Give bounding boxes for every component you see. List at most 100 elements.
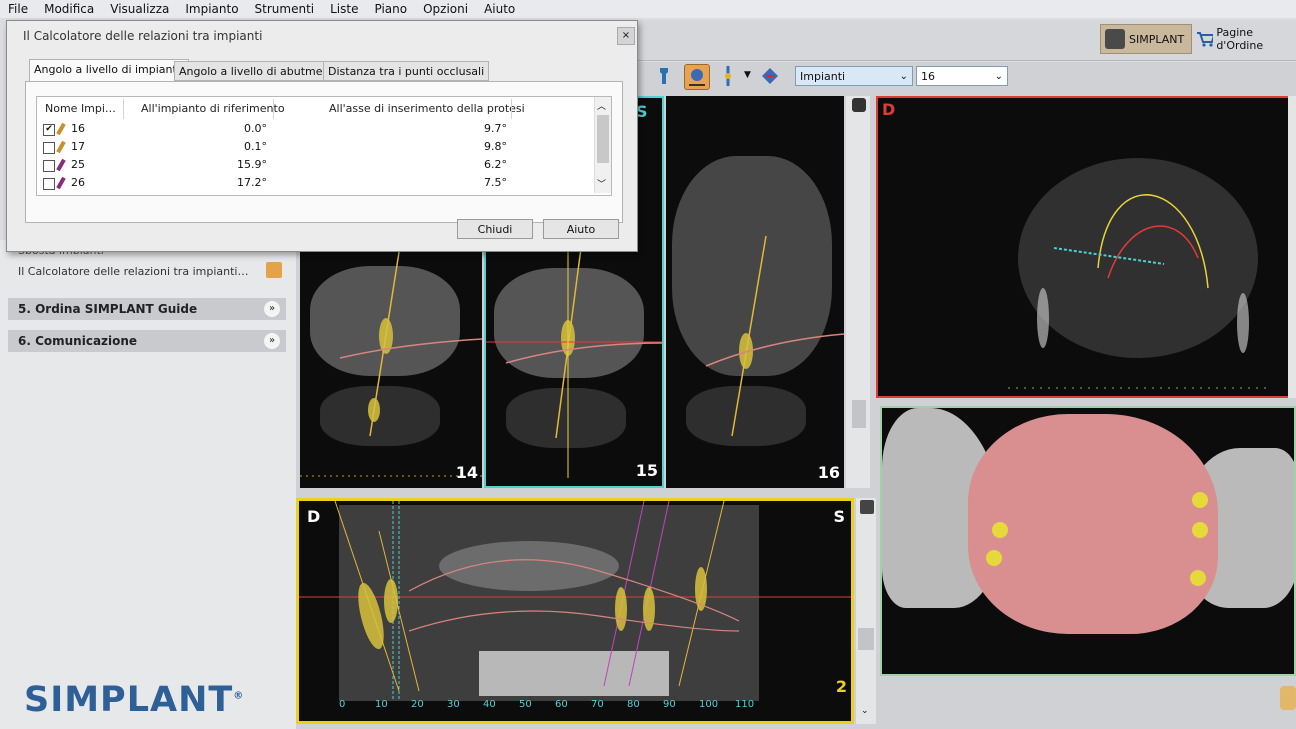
ruler-tick-label: 10 [375, 699, 388, 710]
col-header-prosthesis[interactable]: All'asse di inserimento della protesi [329, 99, 525, 119]
slice-view-16[interactable]: 16 [666, 96, 844, 488]
implants-select-value: Impianti [800, 70, 846, 83]
menu-impianto[interactable]: Impianto [177, 0, 246, 18]
implant-pen-icon [56, 158, 66, 172]
menu-modifica[interactable]: Modifica [36, 0, 102, 18]
dialog-close-button[interactable]: × [617, 27, 635, 45]
dropdown-arrow-icon[interactable]: ▼ [744, 70, 751, 80]
table-row[interactable]: 17 0.1° 9.8° [37, 139, 605, 156]
section-order-guide-label: 5. Ordina SIMPLANT Guide [18, 302, 198, 316]
chevron-down-icon: ⌄ [994, 71, 1003, 82]
table-scrollbar[interactable]: ︿ ﹀ [594, 97, 611, 193]
section-communication[interactable]: 6. Comunicazione » [8, 330, 286, 352]
expand-icon[interactable]: » [264, 301, 280, 317]
3d-view[interactable] [880, 406, 1296, 676]
close-button[interactable]: Chiudi [457, 219, 533, 239]
axial-side-label: D [882, 100, 896, 119]
ruler-tick-label: 110 [735, 699, 755, 710]
row-checkbox[interactable] [43, 160, 55, 172]
slice-number-15: 15 [635, 461, 658, 480]
calculator-tool-icon[interactable] [684, 64, 710, 90]
tab-occlusal-distance[interactable]: Distanza tra i punti occlusali [323, 61, 490, 81]
calculator-item[interactable]: Il Calcolatore delle relazioni tra impia… [18, 265, 248, 278]
menu-piano[interactable]: Piano [366, 0, 415, 18]
brand-registered: ® [233, 690, 245, 702]
pano-settings-icon[interactable] [860, 500, 874, 514]
panoramic-view[interactable]: D S 2 0 10 20 30 40 50 60 70 80 90 100 110 [296, 498, 854, 724]
axial-view[interactable]: D [876, 96, 1296, 398]
menu-liste[interactable]: Liste [322, 0, 366, 18]
implant-number-select[interactable]: 16 ⌄ [916, 66, 1008, 86]
rotate-tool-icon[interactable] [758, 64, 782, 88]
pano-scrollbar[interactable]: ⌄ [856, 498, 876, 724]
ruler-tick-label: 80 [627, 699, 640, 710]
axis-tool-icon[interactable] [716, 64, 740, 88]
scroll-up-icon[interactable]: ︿ [597, 99, 606, 112]
menu-visualizza[interactable]: Visualizza [102, 0, 177, 18]
table-row[interactable]: ✔ 16 0.0° 9.7° [37, 121, 605, 138]
slice-view-settings-icon[interactable] [852, 98, 866, 112]
menu-strumenti[interactable]: Strumenti [247, 0, 323, 18]
ordini-tab[interactable]: Pagine d'Ordine [1195, 24, 1296, 54]
ruler-tick-label: 90 [663, 699, 676, 710]
brand-text: SIMPLANT [24, 680, 234, 720]
slice-number-14: 14 [455, 463, 478, 482]
calculator-item-icon [266, 262, 282, 278]
ruler-tick-label: 40 [483, 699, 496, 710]
implant-pen-icon [56, 176, 66, 190]
table-row[interactable]: 25 15.9° 6.2° [37, 157, 605, 174]
row-checkbox[interactable] [43, 142, 55, 154]
col-header-name[interactable]: Nome Impi… [45, 99, 116, 119]
implant-id: 26 [71, 176, 85, 189]
reference-angle: 17.2° [237, 176, 267, 189]
ruler-tick-label: 60 [555, 699, 568, 710]
prosthesis-angle: 9.8° [484, 140, 507, 153]
expand-icon[interactable]: » [264, 333, 280, 349]
slice-scrollbar[interactable] [846, 96, 870, 488]
table-row[interactable]: 26 17.2° 7.5° [37, 175, 605, 192]
tab-implant-angle[interactable]: Angolo a livello di impianto [29, 59, 189, 81]
scroll-down-icon[interactable]: ⌄ [861, 706, 869, 716]
implant-id: 16 [71, 122, 85, 135]
panoramic-overlay [299, 501, 851, 701]
chevron-down-icon: ⌄ [899, 71, 908, 82]
help-button[interactable]: Aiuto [543, 219, 619, 239]
implant-pen-icon [56, 122, 66, 136]
reference-angle: 0.1° [244, 140, 267, 153]
menu-opzioni[interactable]: Opzioni [415, 0, 476, 18]
implant-relation-dialog: Il Calcolatore delle relazioni tra impia… [6, 20, 638, 252]
tab-abutment-angle[interactable]: Angolo a livello di abutment [174, 61, 339, 81]
menu-aiuto[interactable]: Aiuto [476, 0, 523, 18]
pano-right-label: S [833, 507, 845, 526]
dialog-title: Il Calcolatore delle relazioni tra impia… [23, 29, 263, 43]
ruler-tick-label: 70 [591, 699, 604, 710]
slice-scroll-thumb[interactable] [852, 400, 866, 428]
prosthesis-angle: 9.7° [484, 122, 507, 135]
slice-16-overlay [705, 235, 844, 437]
prosthesis-angle: 7.5° [484, 176, 507, 189]
axial-scrollbar[interactable] [1288, 96, 1296, 398]
simplant-tab[interactable]: SIMPLANT [1100, 24, 1192, 54]
ruler-tick-label: 30 [447, 699, 460, 710]
menu-bar: File Modifica Visualizza Impianto Strume… [0, 0, 1296, 18]
3d-view-settings-icon[interactable] [1280, 686, 1296, 710]
row-checkbox[interactable]: ✔ [43, 124, 55, 136]
implant-number-value: 16 [921, 70, 935, 83]
simplant-logo-icon [1105, 29, 1125, 49]
row-checkbox[interactable] [43, 178, 55, 190]
pano-scroll-thumb[interactable] [858, 628, 874, 650]
ruler-tick-label: 20 [411, 699, 424, 710]
table-scroll-thumb[interactable] [597, 115, 609, 163]
axial-overlay [1008, 194, 1268, 389]
col-header-reference[interactable]: All'impianto di riferimento [141, 99, 285, 119]
implant-id: 17 [71, 140, 85, 153]
implant-tool-icon[interactable] [652, 64, 676, 88]
implants-select[interactable]: Impianti ⌄ [795, 66, 913, 86]
implant-pen-icon [56, 140, 66, 154]
scroll-down-icon[interactable]: ﹀ [597, 177, 606, 190]
pano-ruler: 0 10 20 30 40 50 60 70 80 90 100 110 [299, 699, 851, 719]
section-order-guide[interactable]: 5. Ordina SIMPLANT Guide » [8, 298, 286, 320]
reference-angle: 0.0° [244, 122, 267, 135]
ruler-tick-label: 50 [519, 699, 532, 710]
menu-file[interactable]: File [0, 0, 36, 18]
